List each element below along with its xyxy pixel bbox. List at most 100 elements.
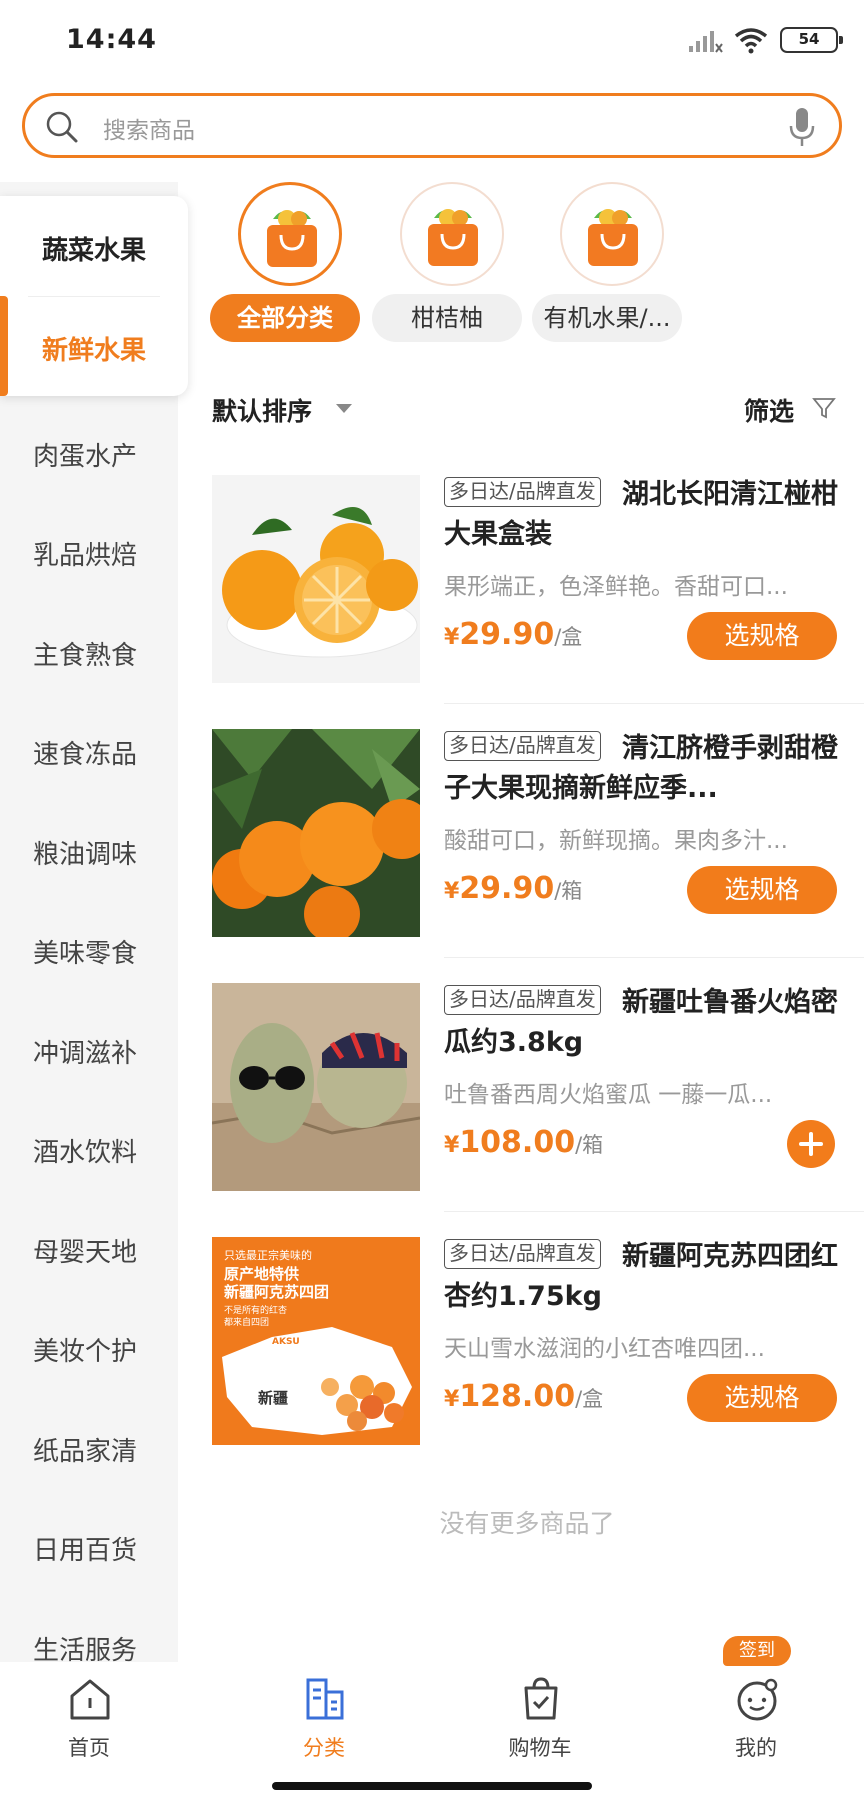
- xinjiang-map-illustration: [222, 1327, 412, 1435]
- sidebar-item[interactable]: 纸品家清: [0, 1431, 170, 1468]
- product-image[interactable]: [212, 475, 420, 683]
- tab-category[interactable]: 分类: [264, 1676, 384, 1776]
- shopping-bag-icon: [588, 209, 638, 266]
- product-price: ¥29.90/箱: [444, 871, 582, 906]
- product-description: 酸甜可口，新鲜现摘。果肉多汁...: [444, 828, 788, 854]
- subcategory-citrus[interactable]: 柑桔柚: [372, 182, 532, 352]
- sort-bar: 默认排序 筛选: [212, 392, 842, 432]
- banner-text: 新疆阿克苏四团: [224, 1283, 330, 1301]
- filter-icon[interactable]: [812, 396, 836, 420]
- product-title[interactable]: 湖北长阳清江椪柑大果盒装: [444, 475, 844, 555]
- sidebar-item[interactable]: 美味零食: [0, 933, 170, 970]
- tab-label: 分类: [303, 1736, 345, 1760]
- price-value: 29.90: [459, 617, 555, 652]
- sidebar-group-title[interactable]: 蔬菜水果: [0, 230, 188, 267]
- product-card[interactable]: 多日达/品牌直发 清江脐橙手剥甜橙子大果现摘新鲜应季... 酸甜可口，新鲜现摘。…: [212, 729, 864, 983]
- bottom-tab-bar: 首页 分类 购物车 我的: [0, 1662, 864, 1798]
- currency-symbol: ¥: [444, 879, 460, 904]
- product-card[interactable]: 只选最正宗美味的 原产地特供 新疆阿克苏四团 不是所有的红杏 都来自四团 AKS…: [212, 1237, 864, 1491]
- product-description: 吐鲁番西周火焰蜜瓜 一藤一瓜...: [444, 1082, 773, 1108]
- subcategory-organic[interactable]: 有机水果/...: [532, 182, 692, 352]
- home-icon: [70, 1679, 110, 1720]
- search-bar[interactable]: 搜索商品: [22, 93, 842, 158]
- sidebar-item[interactable]: 主食熟食: [0, 635, 170, 672]
- sidebar-item[interactable]: 肉蛋水产: [0, 436, 170, 473]
- subcategory-label: 柑桔柚: [372, 294, 522, 342]
- shopping-bag-icon: [267, 210, 317, 267]
- currency-symbol: ¥: [444, 1133, 460, 1158]
- banner-region: 新疆: [258, 1389, 289, 1407]
- product-title[interactable]: 清江脐橙手剥甜橙子大果现摘新鲜应季...: [444, 729, 844, 809]
- product-title[interactable]: 新疆阿克苏四团红杏约1.75kg: [444, 1237, 844, 1317]
- price-unit: /箱: [554, 879, 583, 903]
- status-bar: 14:44 54: [0, 0, 864, 80]
- search-icon: [46, 111, 78, 143]
- price-unit: /盒: [554, 625, 583, 649]
- select-spec-button[interactable]: 选规格: [687, 866, 837, 914]
- sidebar-active-group: 蔬菜水果 新鲜水果: [0, 196, 188, 396]
- home-indicator: [272, 1782, 592, 1790]
- shopping-bag-icon: [428, 209, 478, 266]
- sort-default[interactable]: 默认排序: [212, 392, 312, 428]
- filter-button[interactable]: 筛选: [744, 392, 794, 428]
- sidebar-item[interactable]: 母婴天地: [0, 1232, 170, 1269]
- sidebar-item[interactable]: 速食冻品: [0, 734, 170, 771]
- banner-logo: AKSU: [272, 1337, 300, 1347]
- product-image[interactable]: [212, 729, 420, 937]
- sidebar-divider: [28, 296, 160, 297]
- subcategory-label: 全部分类: [210, 294, 360, 342]
- price-value: 128.00: [459, 1379, 576, 1414]
- add-to-cart-button[interactable]: [787, 1120, 835, 1168]
- sidebar-item[interactable]: 美妆个护: [0, 1331, 170, 1368]
- cellular-signal-icon: [689, 31, 723, 53]
- microphone-icon[interactable]: [787, 106, 817, 148]
- sidebar-item[interactable]: 酒水饮料: [0, 1132, 170, 1169]
- tab-profile[interactable]: 我的: [696, 1676, 816, 1776]
- subcategory-circle: [238, 182, 342, 286]
- tab-label: 首页: [68, 1736, 110, 1760]
- price-unit: /箱: [575, 1133, 604, 1157]
- price-value: 29.90: [459, 871, 555, 906]
- price-unit: /盒: [575, 1387, 604, 1411]
- currency-symbol: ¥: [444, 1387, 460, 1412]
- product-card[interactable]: 多日达/品牌直发 新疆吐鲁番火焰密瓜约3.8kg 吐鲁番西周火焰蜜瓜 一藤一瓜.…: [212, 983, 864, 1237]
- select-spec-button[interactable]: 选规格: [687, 612, 837, 660]
- divider: [444, 1211, 864, 1212]
- no-more-items: 没有更多商品了: [439, 1509, 615, 1538]
- sidebar-item[interactable]: 粮油调味: [0, 834, 170, 871]
- search-placeholder[interactable]: 搜索商品: [103, 111, 195, 145]
- product-image[interactable]: 只选最正宗美味的 原产地特供 新疆阿克苏四团 不是所有的红杏 都来自四团 AKS…: [212, 1237, 420, 1445]
- product-description: 果形端正，色泽鲜艳。香甜可口...: [444, 574, 788, 600]
- status-time: 14:44: [66, 24, 157, 55]
- product-card[interactable]: 多日达/品牌直发 湖北长阳清江椪柑大果盒装 果形端正，色泽鲜艳。香甜可口... …: [212, 475, 864, 729]
- profile-icon: [737, 1678, 778, 1721]
- sidebar-item[interactable]: 日用百货: [0, 1530, 170, 1567]
- product-price: ¥29.90/盒: [444, 617, 582, 652]
- category-icon: [306, 1678, 344, 1720]
- battery-indicator: 54: [780, 27, 843, 53]
- tab-cart[interactable]: 购物车: [480, 1676, 600, 1776]
- product-price: ¥128.00/盒: [444, 1379, 603, 1414]
- price-value: 108.00: [459, 1125, 576, 1160]
- select-spec-button[interactable]: 选规格: [687, 1374, 837, 1422]
- sidebar-item-fresh-fruit[interactable]: 新鲜水果: [0, 330, 188, 367]
- cart-icon: [524, 1677, 558, 1720]
- subcategory-circle: [400, 182, 504, 286]
- product-image[interactable]: [212, 983, 420, 1191]
- app-root: 14:44 54 搜索商品 蔬菜水果 新鲜水果 肉蛋水产 乳品烘焙 主食熟食 速…: [0, 0, 864, 1798]
- tab-home[interactable]: 首页: [29, 1676, 149, 1776]
- subcategory-circle: [560, 182, 664, 286]
- subcategory-label: 有机水果/...: [532, 294, 682, 342]
- sidebar-item[interactable]: 乳品烘焙: [0, 535, 170, 572]
- product-title[interactable]: 新疆吐鲁番火焰密瓜约3.8kg: [444, 983, 844, 1063]
- banner-text: 只选最正宗美味的: [224, 1249, 312, 1262]
- subcategory-all[interactable]: 全部分类: [210, 182, 370, 352]
- sidebar-item[interactable]: 冲调滋补: [0, 1033, 170, 1070]
- divider: [444, 703, 864, 704]
- divider: [444, 957, 864, 958]
- product-description: 天山雪水滋润的小红杏唯四团...: [444, 1336, 765, 1362]
- tab-label: 购物车: [508, 1736, 572, 1760]
- product-price: ¥108.00/箱: [444, 1125, 603, 1160]
- caret-down-icon[interactable]: [336, 404, 352, 413]
- checkin-badge[interactable]: 签到: [723, 1636, 791, 1666]
